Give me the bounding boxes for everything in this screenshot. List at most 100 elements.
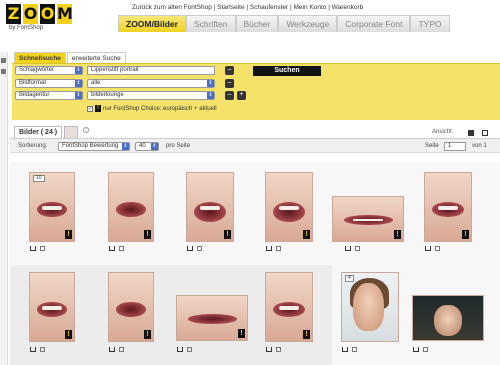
cart-icon[interactable] <box>425 246 431 251</box>
remove-row-button[interactable]: – <box>225 91 234 100</box>
tab-zoom-bilder[interactable]: ZOOM/Bilder <box>118 15 186 32</box>
image-thumbnail[interactable]: ! <box>332 196 404 242</box>
cart-icon[interactable] <box>345 246 351 251</box>
lightbox-icon[interactable] <box>355 246 360 251</box>
lightbox-icon[interactable] <box>119 347 124 352</box>
choice-badge-icon: ! <box>144 330 151 339</box>
image-thumbnail[interactable]: ! <box>29 272 75 342</box>
view-label: Ansicht: <box>432 129 454 135</box>
logo-letter: O <box>23 4 38 24</box>
cart-icon[interactable] <box>109 347 115 352</box>
view-grid-icon[interactable] <box>468 130 474 136</box>
search-button[interactable]: Suchen <box>253 66 321 76</box>
image-thumbnail[interactable]: ! <box>265 172 313 242</box>
updown-arrow-icon: ⇕ <box>122 143 129 150</box>
per-page-select[interactable]: 40 ⇕ <box>135 142 159 151</box>
format-select[interactable]: alle ⇕ <box>87 79 215 88</box>
cart-icon[interactable] <box>266 246 272 251</box>
lightbox-icon[interactable] <box>276 347 281 352</box>
choice-label: nur FontShop Choice: europäisch + aktuel… <box>103 105 217 112</box>
logo-letter: Z <box>6 4 21 24</box>
lightbox-icon[interactable] <box>352 347 357 352</box>
results-tabs: Bilder ( 24 ) <box>14 126 79 138</box>
image-thumbnail[interactable]: ! <box>265 272 313 342</box>
remove-row-button[interactable]: – <box>225 66 234 75</box>
sort-select[interactable]: FontShop Bewertung ⇕ <box>58 142 130 151</box>
lightbox-icon[interactable] <box>423 347 428 352</box>
tab-typo[interactable]: TYPO <box>410 15 450 32</box>
choice-badge-icon: ! <box>238 329 245 338</box>
updown-arrow-icon: ⇕ <box>75 67 82 74</box>
cart-icon[interactable] <box>266 347 272 352</box>
byline: by FontShop <box>9 25 44 31</box>
thumbnail-actions <box>177 347 192 352</box>
view-list-icon[interactable] <box>482 130 488 136</box>
updown-arrow-icon: ⇕ <box>151 143 158 150</box>
lightbox-tab-thumb[interactable] <box>64 126 79 138</box>
cart-icon[interactable] <box>109 246 115 251</box>
format-select-value: alle <box>91 80 101 86</box>
top-links[interactable]: Zurück zum alten FontShop | Startseite |… <box>132 4 363 11</box>
updown-arrow-icon: ⇕ <box>75 92 82 99</box>
page-label: Seite <box>425 143 439 149</box>
page-input[interactable]: 1 <box>444 142 466 151</box>
sort-select-value: FontShop Bewertung <box>62 143 119 149</box>
image-thumbnail[interactable]: ! <box>108 272 154 342</box>
add-row-button[interactable]: + <box>237 91 246 100</box>
choice-badge-icon: ! <box>65 330 72 339</box>
keyword-input[interactable]: Lippenstift portrait <box>87 66 215 75</box>
tab-corporate-font[interactable]: Corporate Font <box>337 15 411 32</box>
cart-icon[interactable] <box>177 347 183 352</box>
field-select-label: Bildagentur <box>19 92 50 98</box>
agency-select[interactable]: bilderlounge ⇕ <box>87 91 215 100</box>
thumbnail-actions <box>30 246 45 251</box>
choice-checkbox[interactable]: ✓ <box>87 105 93 112</box>
cart-icon[interactable] <box>342 347 348 352</box>
logo-letter: O <box>40 4 55 24</box>
choice-badge-icon: ! <box>394 230 401 239</box>
cart-icon[interactable] <box>30 246 36 251</box>
page-of-label: von 1 <box>472 143 487 149</box>
image-thumbnail[interactable]: 4 <box>341 272 399 342</box>
sort-label: Sortierung: <box>18 143 48 149</box>
choice-badge-icon: ! <box>462 230 469 239</box>
tab-buecher[interactable]: Bücher <box>235 15 279 32</box>
choice-badge-icon: ! <box>303 230 310 239</box>
image-thumbnail[interactable]: ! <box>176 295 248 341</box>
info-icon[interactable]: i <box>83 127 89 133</box>
image-thumbnail[interactable]: 10 ! <box>29 172 75 242</box>
lightbox-icon[interactable] <box>119 246 124 251</box>
field-select[interactable]: Bildagentur ⇕ <box>15 91 83 100</box>
lightbox-icon[interactable] <box>276 246 281 251</box>
remove-row-button[interactable]: – <box>225 79 234 88</box>
main-tabs: ZOOM/Bilder Schriften Bücher Werkzeuge C… <box>118 15 450 32</box>
field-select[interactable]: Bildformat ⇕ <box>15 79 83 88</box>
updown-arrow-icon: ⇕ <box>207 80 214 87</box>
thumbnail-actions <box>425 246 440 251</box>
grip-icon[interactable] <box>1 58 6 63</box>
tab-schriften[interactable]: Schriften <box>185 15 236 32</box>
lightbox-icon[interactable] <box>435 246 440 251</box>
left-gutter <box>0 52 8 365</box>
lightbox-icon[interactable] <box>187 347 192 352</box>
tab-werkzeuge[interactable]: Werkzeuge <box>278 15 338 32</box>
per-page-label: pro Seite <box>166 143 191 149</box>
cart-icon[interactable] <box>187 246 193 251</box>
agency-select-value: bilderlounge <box>91 92 124 98</box>
image-thumbnail[interactable] <box>412 295 484 341</box>
lightbox-icon[interactable] <box>197 246 202 251</box>
tab-bilder[interactable]: Bilder ( 24 ) <box>14 126 63 138</box>
cart-icon[interactable] <box>413 347 419 352</box>
image-thumbnail[interactable]: ! <box>108 172 154 242</box>
grip-icon[interactable] <box>1 69 6 74</box>
thumbnail-actions <box>266 347 281 352</box>
updown-arrow-icon: ⇕ <box>207 92 214 99</box>
image-thumbnail[interactable]: ! <box>424 172 472 242</box>
lightbox-icon[interactable] <box>40 246 45 251</box>
image-thumbnail[interactable]: ! <box>186 172 234 242</box>
lightbox-icon[interactable] <box>40 347 45 352</box>
thumbnail-actions <box>109 347 124 352</box>
cart-icon[interactable] <box>30 347 36 352</box>
thumbnail-actions <box>342 347 357 352</box>
field-select[interactable]: Schlagwörter ⇕ <box>15 66 83 75</box>
